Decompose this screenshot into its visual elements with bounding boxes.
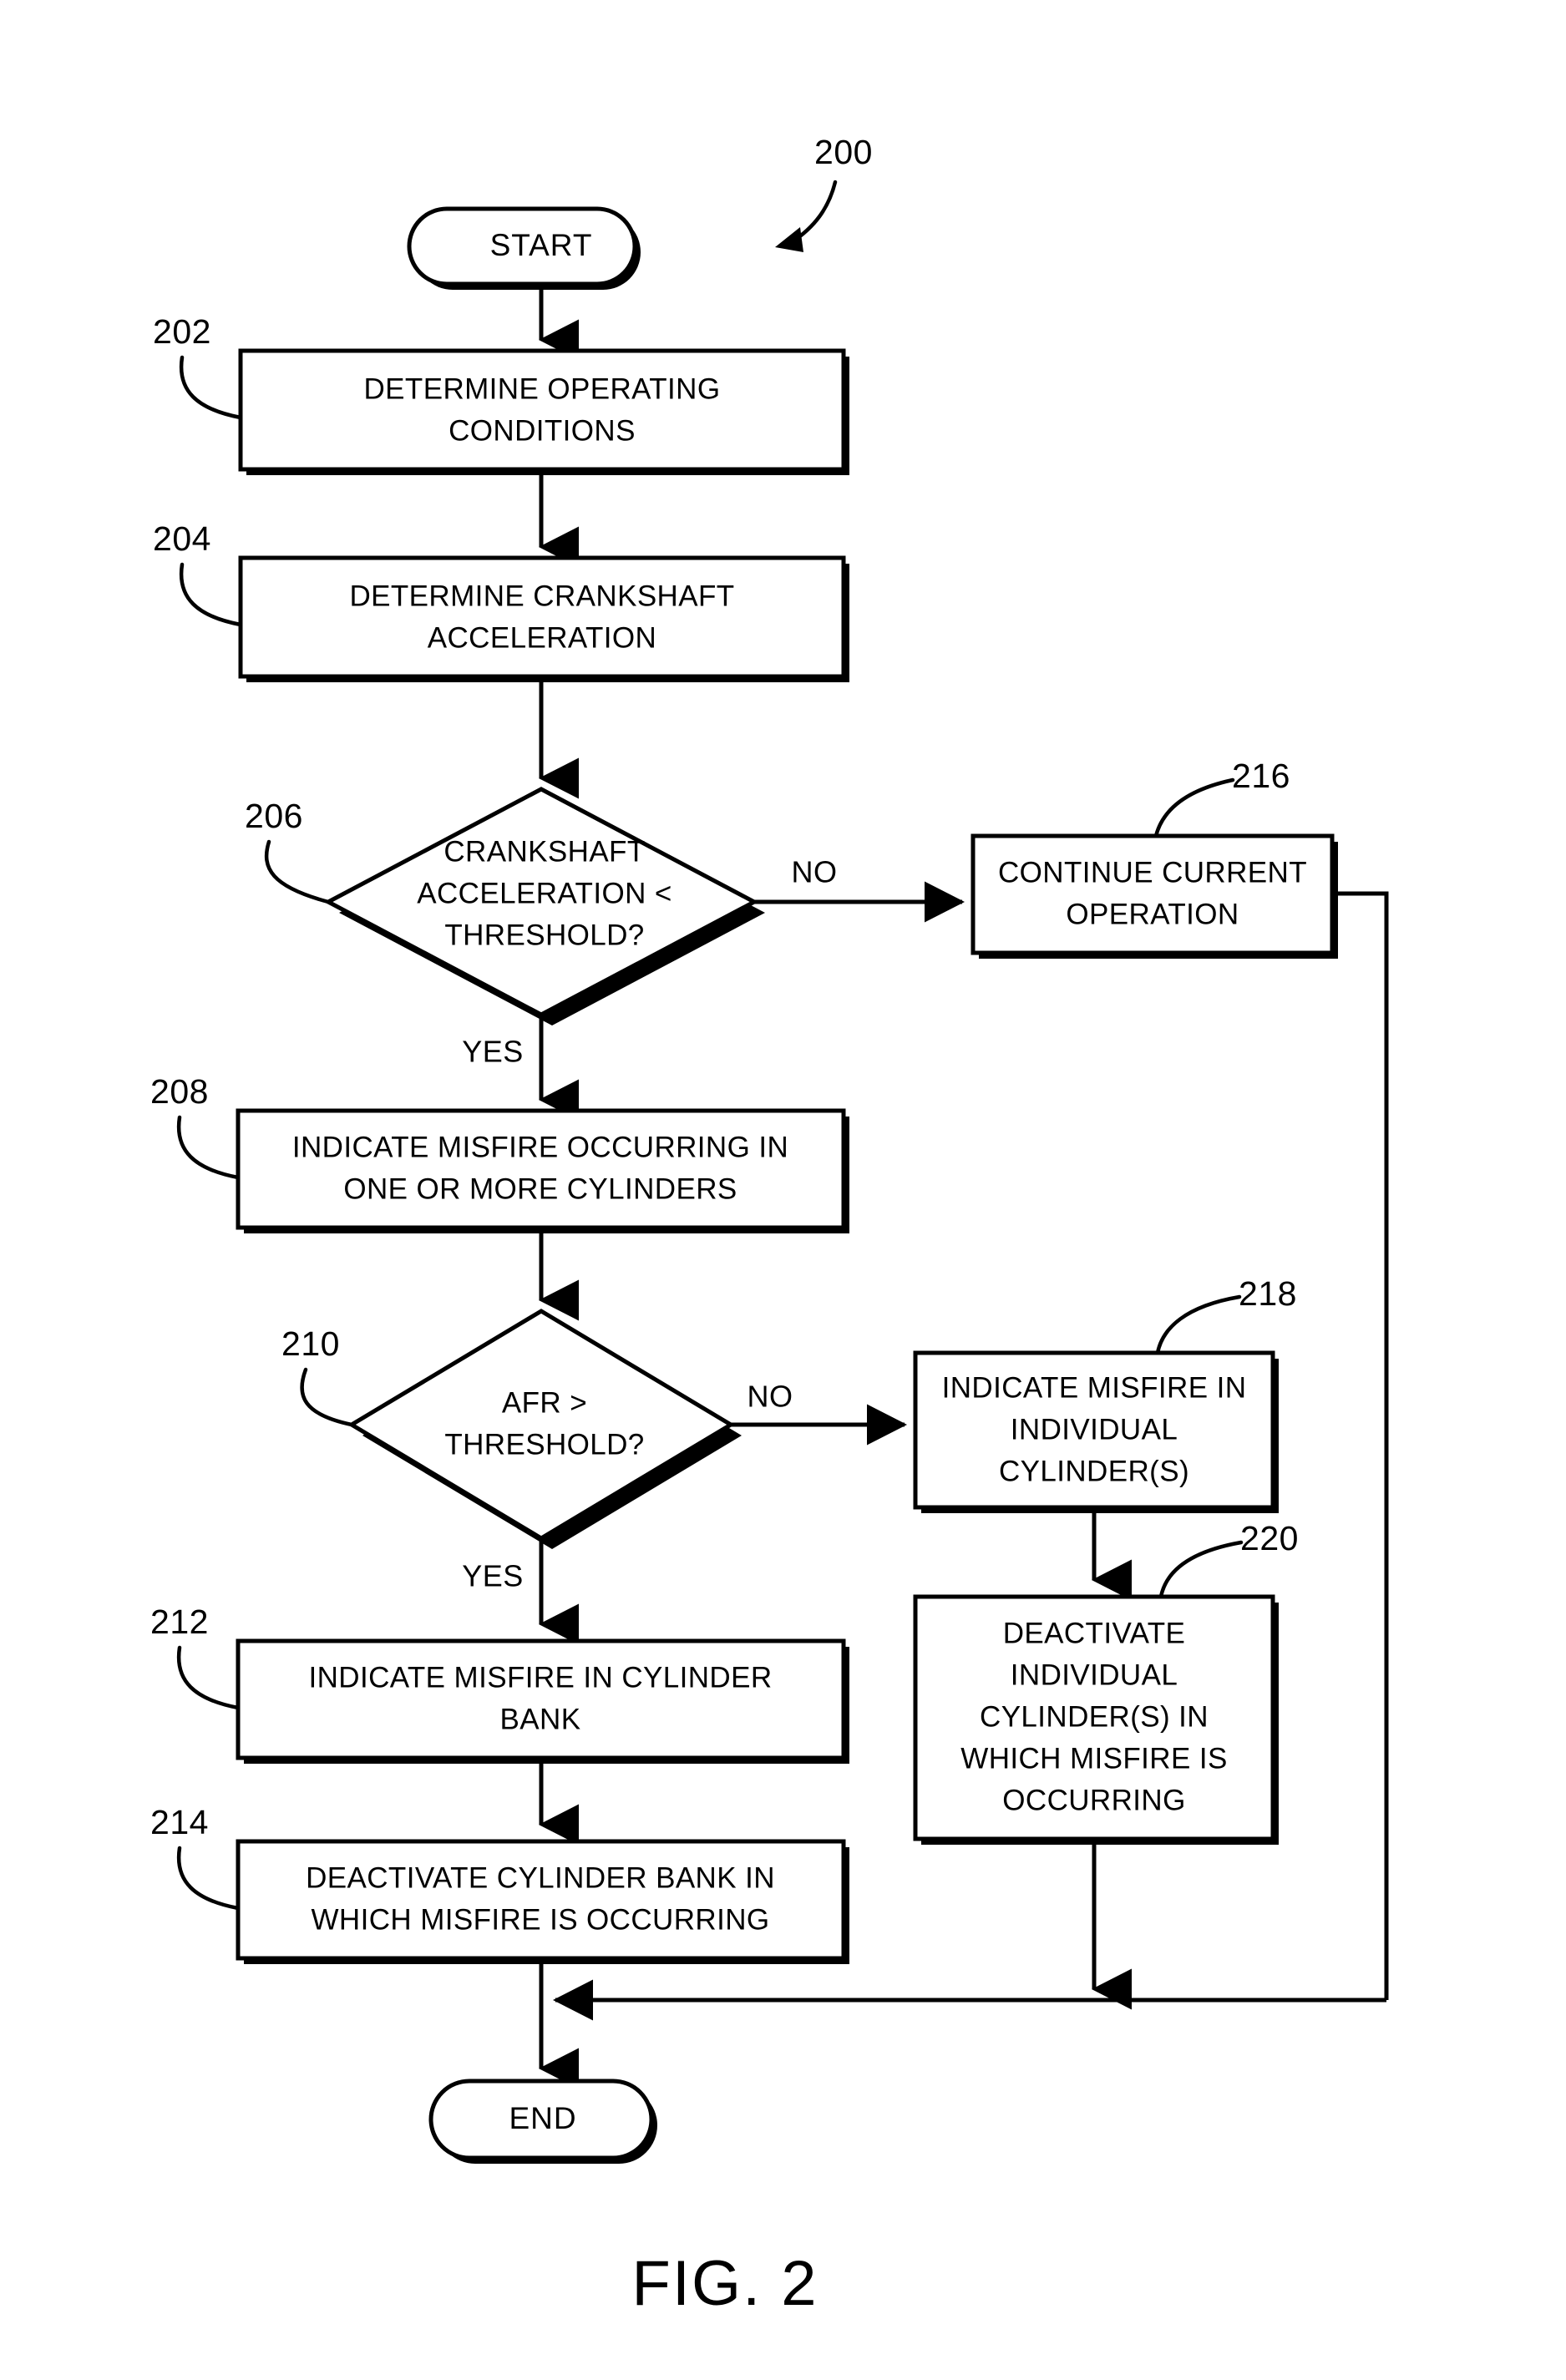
ref-212-leader-line [176,1645,241,1710]
end-terminal-label: END [509,2101,576,2135]
node-208-box [236,1108,846,1230]
node-206: CRANKSHAFT ACCELERATION < THRESHOLD? [323,787,765,1025]
node-220: DEACTIVATE INDIVIDUAL CYLINDER(S) IN WHI… [913,1594,1279,1845]
ref-220-leader-line [1158,1540,1244,1599]
node-210-line-1: AFR > [502,1386,587,1419]
node-206-line-2: ACCELERATION < [417,877,672,909]
node-212-line-1: INDICATE MISFIRE IN CYLINDER [308,1661,772,1694]
ref-label-208: 208 [150,1072,209,1111]
node-202-line-1: DETERMINE OPERATING [364,372,721,405]
node-216: CONTINUE CURRENT OPERATION [971,833,1338,959]
node-214-line-2: WHICH MISFIRE IS OCCURRING [311,1903,769,1936]
branch-label-210-yes: YES [462,1559,524,1593]
node-214: DEACTIVATE CYLINDER BANK IN WHICH MISFIR… [236,1839,849,1964]
ref-214: 214 [150,1803,241,1911]
node-208-line-2: ONE OR MORE CYLINDERS [343,1172,737,1205]
ref-202: 202 [153,312,243,420]
ref-206-leader-line [264,839,331,904]
ref-label-220: 220 [1240,1519,1299,1557]
node-206-line-3: THRESHOLD? [444,919,644,951]
node-220-line-4: WHICH MISFIRE IS [960,1742,1227,1775]
node-212-line-2: BANK [500,1703,581,1735]
ref-label-218: 218 [1239,1274,1297,1313]
ref-202-leader-line [179,355,243,420]
node-204-line-2: ACCELERATION [428,621,656,654]
node-216-box [971,833,1335,955]
node-208: INDICATE MISFIRE OCCURRING IN ONE OR MOR… [236,1108,849,1233]
start-terminal-label: START [490,228,593,262]
ref-216: 216 [1153,757,1290,838]
ref-220: 220 [1158,1519,1299,1599]
node-202-line-2: CONDITIONS [449,414,636,447]
diagram-ref-200: 200 [775,133,873,252]
node-210: AFR > THRESHOLD? [347,1309,742,1549]
ref-label-204: 204 [153,519,211,558]
node-202-box [238,348,846,472]
ref-208-leader-line [176,1115,241,1180]
ref-label-206: 206 [245,797,303,835]
flowchart-diagram: 200 START DETERMINE OPERATING CONDITIONS… [150,133,1389,2319]
node-220-line-1: DEACTIVATE [1003,1617,1186,1649]
ref-218: 218 [1155,1274,1297,1355]
node-204-box [238,555,846,679]
ref-214-leader-line [176,1846,241,1911]
node-218-line-3: CYLINDER(S) [999,1455,1189,1487]
node-214-box [236,1839,846,1961]
node-210-diamond [347,1309,735,1541]
node-208-line-1: INDICATE MISFIRE OCCURRING IN [292,1131,788,1163]
node-220-line-5: OCCURRING [1002,1784,1185,1816]
node-216-line-1: CONTINUE CURRENT [998,856,1307,889]
ref-210: 210 [281,1324,354,1427]
node-218: INDICATE MISFIRE IN INDIVIDUAL CYLINDER(… [913,1350,1279,1513]
ref-label-210: 210 [281,1324,340,1363]
ref-206: 206 [245,797,331,904]
ref-label-200: 200 [814,133,873,171]
ref-204: 204 [153,519,243,627]
node-212-box [236,1638,846,1760]
ref-200-arrowhead [775,227,803,252]
branch-label-206-yes: YES [462,1035,524,1069]
node-212: INDICATE MISFIRE IN CYLINDER BANK [236,1638,849,1764]
end-terminal: END [428,2079,657,2164]
figure-caption: FIG. 2 [631,2248,818,2319]
start-terminal: START [407,206,641,290]
ref-label-202: 202 [153,312,211,351]
ref-204-leader-line [179,562,243,627]
ref-210-leader-line [300,1367,354,1427]
node-204-line-1: DETERMINE CRANKSHAFT [349,580,734,612]
node-218-line-2: INDIVIDUAL [1011,1413,1178,1446]
node-216-line-2: OPERATION [1066,898,1239,930]
patent-figure: 200 START DETERMINE OPERATING CONDITIONS… [0,0,1566,2380]
node-218-line-1: INDICATE MISFIRE IN [942,1371,1247,1404]
branch-label-206-no: NO [792,855,838,889]
node-214-line-1: DEACTIVATE CYLINDER BANK IN [306,1861,775,1894]
node-206-line-1: CRANKSHAFT [443,835,645,868]
node-220-line-3: CYLINDER(S) IN [980,1700,1209,1733]
ref-label-212: 212 [150,1603,209,1641]
node-202: DETERMINE OPERATING CONDITIONS [238,348,849,475]
node-220-line-2: INDIVIDUAL [1011,1658,1178,1691]
ref-label-216: 216 [1232,757,1290,795]
node-204: DETERMINE CRANKSHAFT ACCELERATION [238,555,849,682]
ref-208: 208 [150,1072,241,1180]
ref-218-leader-line [1155,1294,1242,1355]
ref-label-214: 214 [150,1803,209,1841]
ref-212: 212 [150,1603,241,1710]
branch-label-210-no: NO [748,1380,793,1414]
connector-216-return-vertical [1332,891,1389,2000]
ref-216-leader-line [1153,777,1235,838]
node-210-line-2: THRESHOLD? [444,1428,644,1461]
